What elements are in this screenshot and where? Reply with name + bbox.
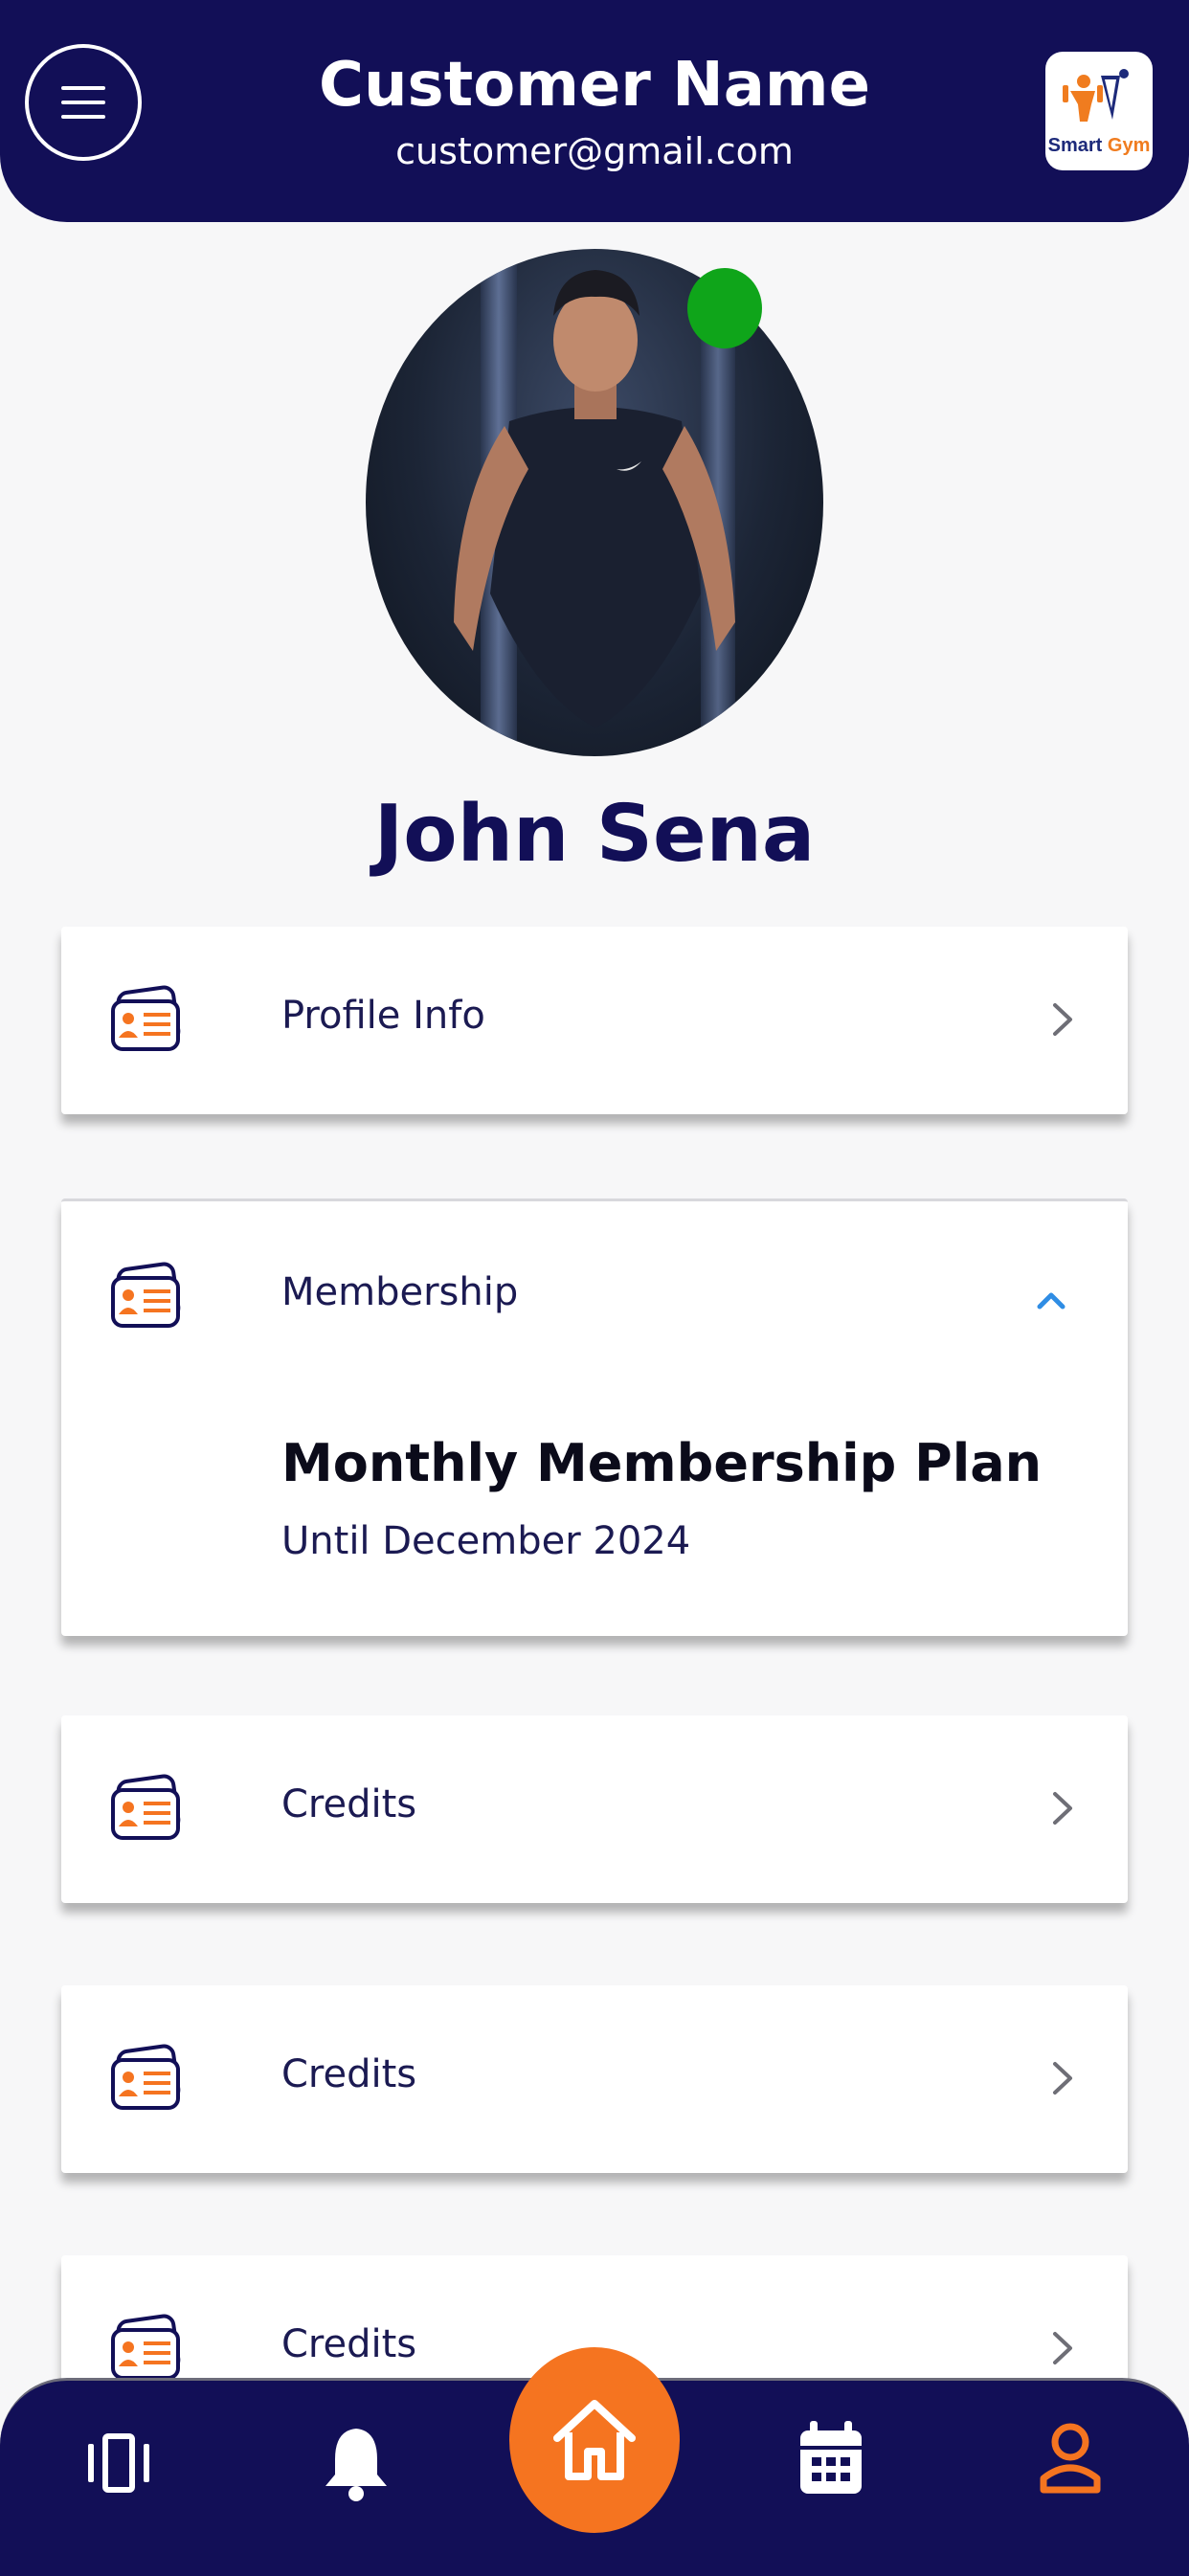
chevron-right-icon bbox=[1053, 2062, 1072, 2094]
menu-item-label: Credits bbox=[281, 2322, 417, 2366]
menu-item-label: Credits bbox=[281, 2052, 417, 2096]
home-icon bbox=[553, 2400, 636, 2480]
calendar-icon[interactable] bbox=[795, 2419, 867, 2499]
menu-item-label: Membership bbox=[281, 1270, 519, 1314]
id-card-icon bbox=[111, 2314, 181, 2380]
menu-item-profile-info[interactable]: Profile Info bbox=[61, 927, 1128, 1114]
chevron-up-icon[interactable] bbox=[1032, 1278, 1070, 1322]
chevron-right-icon bbox=[1053, 1003, 1072, 1036]
id-card-icon bbox=[111, 2044, 181, 2110]
menu-item-label: Profile Info bbox=[281, 994, 485, 1038]
membership-plan-expiry: Until December 2024 bbox=[281, 1519, 691, 1563]
logo-word-smart: Smart bbox=[1047, 134, 1103, 156]
customer-email: customer@gmail.com bbox=[395, 130, 794, 172]
logo-word-gym: Gym bbox=[1107, 134, 1151, 156]
chevron-right-icon bbox=[1053, 2332, 1072, 2364]
id-card-icon bbox=[111, 1262, 181, 1328]
menu-item-membership[interactable]: Membership Monthly Membership Plan Until… bbox=[61, 1198, 1128, 1636]
carousel-icon[interactable] bbox=[84, 2429, 153, 2498]
logo-graphic bbox=[1063, 68, 1129, 122]
menu-item-credits[interactable]: Credits bbox=[61, 1715, 1128, 1903]
smart-gym-logo: Smart Gym bbox=[1045, 52, 1153, 170]
chevron-right-icon bbox=[1053, 1792, 1072, 1825]
id-card-icon bbox=[111, 1774, 181, 1840]
home-button[interactable] bbox=[509, 2347, 680, 2533]
user-icon[interactable] bbox=[1034, 2419, 1107, 2499]
membership-plan-title: Monthly Membership Plan bbox=[281, 1433, 1043, 1493]
id-card-icon bbox=[111, 985, 181, 1051]
menu-item-label: Credits bbox=[281, 1782, 417, 1826]
customer-name: Customer Name bbox=[319, 50, 870, 121]
app-header: Customer Name customer@gmail.com Smart G… bbox=[0, 0, 1189, 222]
user-name: John Sena bbox=[373, 789, 816, 880]
online-status-dot bbox=[687, 268, 762, 348]
menu-item-credits[interactable]: Credits bbox=[61, 1985, 1128, 2173]
bell-icon[interactable] bbox=[320, 2423, 393, 2503]
